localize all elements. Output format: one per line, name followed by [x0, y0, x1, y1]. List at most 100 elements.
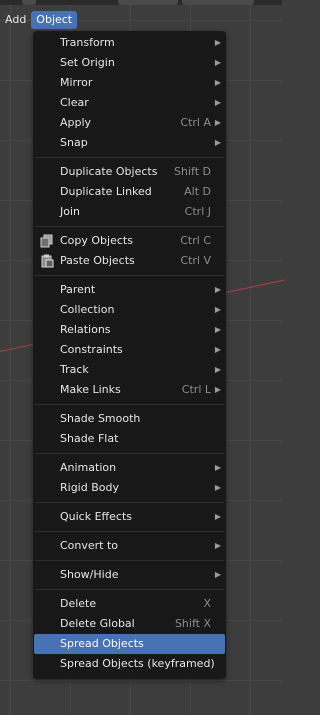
shortcut-label: Ctrl L [181, 383, 211, 396]
menu-item-collection[interactable]: Collection ▶ [34, 300, 225, 320]
workspace-tab[interactable] [118, 0, 178, 5]
submenu-arrow-icon: ▶ [214, 118, 221, 127]
shortcut-label: X [203, 597, 211, 610]
menu-separator [35, 453, 224, 454]
menu-item-rigid-body[interactable]: Rigid Body ▶ [34, 478, 225, 498]
menu-item-label: Clear [60, 96, 89, 109]
menu-item-label: Mirror [60, 76, 93, 89]
menu-item-shade-smooth[interactable]: Shade Smooth [34, 409, 225, 429]
shortcut-label: Shift D [174, 165, 211, 178]
menu-item-set-origin[interactable]: Set Origin ▶ [34, 53, 225, 73]
submenu-arrow-icon: ▶ [214, 305, 221, 314]
menu-item-label: Quick Effects [60, 510, 132, 523]
menu-item-label: Parent [60, 283, 96, 296]
menu-item-label: Make Links [60, 383, 121, 396]
submenu-arrow-icon: ▶ [214, 58, 221, 67]
menu-item-parent[interactable]: Parent ▶ [34, 280, 225, 300]
menu-separator [35, 502, 224, 503]
menu-separator [35, 531, 224, 532]
shortcut-label: Shift X [174, 617, 211, 630]
menu-item-label: Set Origin [60, 56, 115, 69]
submenu-arrow-icon: ▶ [214, 541, 221, 550]
menu-item-convert-to[interactable]: Convert to ▶ [34, 536, 225, 556]
menu-item-label: Apply [60, 116, 92, 129]
menu-item-label: Copy Objects [60, 234, 133, 247]
menu-item-label: Track [60, 363, 89, 376]
menu-item-snap[interactable]: Snap ▶ [34, 133, 225, 153]
menu-item-label: Show/Hide [60, 568, 119, 581]
menu-item-label: Paste Objects [60, 254, 135, 267]
menu-separator [35, 404, 224, 405]
add-menu-button[interactable]: Add [0, 11, 31, 29]
menu-item-duplicate-objects[interactable]: Duplicate Objects Shift D [34, 162, 225, 182]
submenu-arrow-icon: ▶ [214, 512, 221, 521]
shortcut-label: Ctrl V [180, 254, 211, 267]
submenu-arrow-icon: ▶ [214, 325, 221, 334]
submenu-arrow-icon: ▶ [214, 463, 221, 472]
menu-item-transform[interactable]: Transform ▶ [34, 33, 225, 53]
submenu-arrow-icon: ▶ [214, 483, 221, 492]
menu-item-paste-objects[interactable]: Paste Objects Ctrl V [34, 251, 225, 271]
object-menu-button[interactable]: Object [31, 11, 78, 29]
viewport-header: Add Object [0, 10, 78, 30]
menu-separator [35, 157, 224, 158]
submenu-arrow-icon: ▶ [214, 98, 221, 107]
menu-item-clear[interactable]: Clear ▶ [34, 93, 225, 113]
menu-item-mirror[interactable]: Mirror ▶ [34, 73, 225, 93]
menu-item-duplicate-linked[interactable]: Duplicate Linked Alt D [34, 182, 225, 202]
menu-separator [35, 275, 224, 276]
submenu-arrow-icon: ▶ [214, 285, 221, 294]
shortcut-label: Ctrl C [180, 234, 211, 247]
menu-item-label: Spread Objects (keyframed) [60, 657, 215, 670]
menu-item-label: Snap [60, 136, 88, 149]
menu-item-spread-objects-keyframed[interactable]: Spread Objects (keyframed) [34, 654, 225, 674]
menu-item-label: Constraints [60, 343, 123, 356]
menu-item-delete-global[interactable]: Delete Global Shift X [34, 614, 225, 634]
menu-item-spread-objects[interactable]: Spread Objects [34, 634, 225, 654]
menu-item-apply[interactable]: Apply Ctrl A ▶ [34, 113, 225, 133]
shortcut-label: Ctrl A [180, 116, 211, 129]
menu-item-label: Delete [60, 597, 97, 610]
workspace-tab[interactable] [182, 0, 254, 5]
workspace-tab[interactable] [22, 0, 36, 5]
top-tab-strip [0, 0, 282, 5]
x-axis-line [225, 279, 285, 293]
menu-separator [35, 226, 224, 227]
menu-item-label: Convert to [60, 539, 119, 552]
menu-item-copy-objects[interactable]: Copy Objects Ctrl C [34, 231, 225, 251]
menu-item-relations[interactable]: Relations ▶ [34, 320, 225, 340]
menu-item-label: Shade Smooth [60, 412, 141, 425]
menu-item-label: Join [60, 205, 81, 218]
menu-item-delete[interactable]: Delete X [34, 594, 225, 614]
submenu-arrow-icon: ▶ [214, 385, 221, 394]
menu-item-animation[interactable]: Animation ▶ [34, 458, 225, 478]
submenu-arrow-icon: ▶ [214, 38, 221, 47]
submenu-arrow-icon: ▶ [214, 345, 221, 354]
object-menu-dropdown: Transform ▶ Set Origin ▶ Mirror ▶ Clear … [33, 31, 226, 679]
copy-icon [40, 234, 54, 248]
menu-item-label: Transform [60, 36, 115, 49]
menu-item-join[interactable]: Join Ctrl J [34, 202, 225, 222]
submenu-arrow-icon: ▶ [214, 365, 221, 374]
submenu-arrow-icon: ▶ [214, 570, 221, 579]
menu-item-label: Collection [60, 303, 115, 316]
menu-item-make-links[interactable]: Make Links Ctrl L ▶ [34, 380, 225, 400]
submenu-arrow-icon: ▶ [214, 78, 221, 87]
menu-separator [35, 560, 224, 561]
menu-item-track[interactable]: Track ▶ [34, 360, 225, 380]
menu-item-label: Delete Global [60, 617, 135, 630]
shortcut-label: Ctrl J [184, 205, 211, 218]
menu-item-label: Shade Flat [60, 432, 119, 445]
menu-item-shade-flat[interactable]: Shade Flat [34, 429, 225, 449]
menu-item-constraints[interactable]: Constraints ▶ [34, 340, 225, 360]
menu-item-label: Relations [60, 323, 111, 336]
menu-item-label: Duplicate Linked [60, 185, 152, 198]
menu-separator [35, 589, 224, 590]
menu-item-label: Duplicate Objects [60, 165, 158, 178]
shortcut-label: Alt D [184, 185, 211, 198]
menu-item-label: Animation [60, 461, 117, 474]
menu-item-quick-effects[interactable]: Quick Effects ▶ [34, 507, 225, 527]
menu-item-label: Spread Objects [60, 637, 144, 650]
menu-item-label: Rigid Body [60, 481, 119, 494]
menu-item-show-hide[interactable]: Show/Hide ▶ [34, 565, 225, 585]
